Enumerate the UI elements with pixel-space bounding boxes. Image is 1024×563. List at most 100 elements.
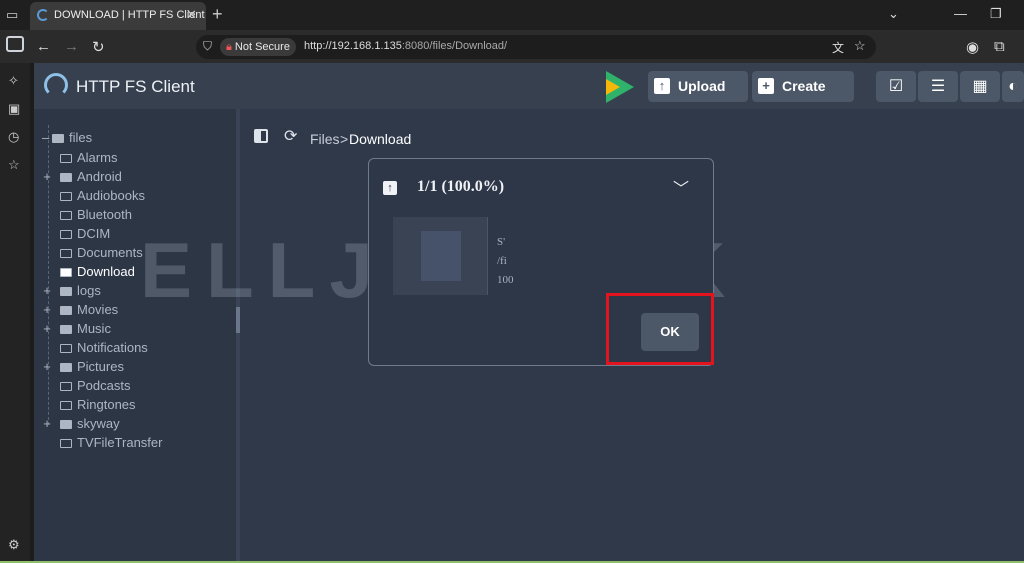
create-button[interactable]: + Create	[752, 71, 854, 102]
toggle-sidebar-icon[interactable]	[254, 129, 268, 143]
breadcrumb-separator: >	[340, 131, 349, 147]
tree-item-download[interactable]: Download	[60, 264, 135, 279]
tree-item-label: Alarms	[77, 150, 118, 165]
tree-item-podcasts[interactable]: Podcasts	[60, 378, 130, 393]
file-info: S' /fi 100	[497, 233, 514, 290]
expand-icon[interactable]: +	[34, 416, 60, 431]
refresh-icon[interactable]: ⟳	[284, 126, 297, 146]
tree-item-label: Movies	[77, 302, 119, 317]
expand-icon[interactable]: +	[34, 169, 60, 184]
folder-icon	[60, 249, 72, 258]
folder-icon	[60, 439, 72, 448]
extensions-icon[interactable]: ⧉	[994, 38, 1005, 55]
highlight-box	[606, 293, 714, 365]
app-logo-icon	[44, 73, 68, 97]
upload-arrow-icon: ↑	[383, 181, 397, 195]
folder-icon	[60, 363, 72, 372]
collections-icon[interactable]: ▣	[8, 101, 20, 117]
warning-icon: 🔒︎	[226, 41, 232, 53]
minimize-icon[interactable]: —	[954, 6, 967, 21]
folder-icon	[60, 401, 72, 410]
favicon-icon	[37, 9, 49, 21]
tree-item-label: TVFileTransfer	[77, 435, 163, 450]
tree-item-label: Android	[77, 169, 122, 184]
tree-item-label: DCIM	[77, 226, 111, 241]
folder-icon	[60, 268, 72, 277]
breadcrumb-files[interactable]: Files	[310, 131, 340, 147]
folder-icon	[60, 192, 72, 201]
tree-item-label: skyway	[77, 416, 120, 431]
upload-button[interactable]: ↑ Upload	[648, 71, 748, 102]
moon-icon: ◐	[1008, 78, 1018, 95]
sidebar-icon[interactable]	[6, 36, 24, 52]
grid-view-button[interactable]: ▦	[960, 71, 1000, 102]
breadcrumb: ⟳ Files > Download	[240, 109, 1024, 147]
google-play-accent	[606, 79, 620, 95]
back-icon[interactable]: ←	[36, 38, 51, 55]
address-bar[interactable]: ⛉ 🔒︎ Not Secure http://192.168.1.135:808…	[196, 35, 876, 59]
tree-item-documents[interactable]: Documents	[60, 245, 143, 260]
settings-gear-icon[interactable]: ⚙	[8, 537, 20, 553]
tree-item-label: Pictures	[77, 359, 124, 374]
tree-item-bluetooth[interactable]: Bluetooth	[60, 207, 132, 222]
tree-item-music[interactable]: + Music	[43, 321, 111, 336]
tab-actions-icon[interactable]: ▭	[6, 7, 18, 23]
expand-icon[interactable]: +	[34, 302, 60, 317]
tree-item-tvfiletransfer[interactable]: TVFileTransfer	[60, 435, 162, 450]
not-secure-badge[interactable]: 🔒︎ Not Secure	[220, 38, 296, 56]
profile-icon[interactable]: ◉	[966, 38, 979, 56]
tree-item-dcim[interactable]: DCIM	[60, 226, 110, 241]
file-name: S'	[497, 236, 506, 248]
restore-icon[interactable]: ❐	[990, 6, 1002, 22]
expand-icon[interactable]: +	[34, 321, 60, 336]
tab-title: DOWNLOAD | HTTP FS Client	[54, 9, 205, 21]
tree-item-movies[interactable]: + Movies	[43, 302, 119, 317]
progress-title: 1/1 (100.0%)	[417, 178, 505, 195]
url-text: http://192.168.1.135:8080/files/Download…	[304, 40, 508, 52]
tree-item-ringtones[interactable]: Ringtones	[60, 397, 136, 412]
tab-close-icon[interactable]: ✕	[186, 7, 197, 23]
grid-icon: ▦	[972, 78, 988, 95]
tree-item-audiobooks[interactable]: Audiobooks	[60, 188, 145, 203]
tree-item-label: Ringtones	[77, 397, 136, 412]
pane-splitter[interactable]	[236, 109, 240, 561]
new-tab-icon[interactable]: +	[212, 4, 223, 25]
browser-tab[interactable]: DOWNLOAD | HTTP FS Client ✕	[30, 2, 206, 30]
tree-item-skyway[interactable]: + skyway	[43, 416, 120, 431]
tree-item-label: Bluetooth	[77, 207, 132, 222]
forward-icon[interactable]: →	[64, 38, 79, 55]
tree-root[interactable]: – files	[42, 130, 92, 145]
folder-icon	[52, 134, 64, 143]
collapse-chevron-icon[interactable]: ﹀	[673, 175, 689, 199]
theme-button[interactable]: ◐	[1002, 71, 1024, 102]
tree-item-logs[interactable]: + logs	[43, 283, 101, 298]
select-checkbox-button[interactable]: ☑	[876, 71, 916, 102]
tree-item-notifications[interactable]: Notifications	[60, 340, 148, 355]
history-icon[interactable]: ◷	[8, 129, 19, 145]
app-header: HTTP FS Client ↑ Upload + Create ☑ ☰ ▦ ◐	[34, 63, 1024, 109]
tree-item-label: Podcasts	[77, 378, 131, 393]
favorite-star-icon[interactable]: ☆	[854, 38, 866, 54]
tree-item-label: Documents	[77, 245, 143, 260]
tab-list-chevron-icon[interactable]: ⌄	[888, 6, 899, 22]
file-thumbnail	[393, 217, 488, 295]
file-path: /fi	[497, 255, 507, 267]
expand-icon[interactable]: +	[34, 283, 60, 298]
folder-icon	[60, 211, 72, 220]
reload-icon[interactable]: ↻	[92, 38, 105, 56]
sort-button[interactable]: ☰	[918, 71, 958, 102]
app-title: HTTP FS Client	[76, 77, 195, 96]
list-filter-icon: ☰	[930, 78, 946, 95]
tree-item-pictures[interactable]: + Pictures	[43, 359, 124, 374]
expand-icon[interactable]: +	[34, 359, 60, 374]
tree-item-label: Download	[77, 264, 135, 279]
tree-item-android[interactable]: + Android	[43, 169, 122, 184]
favorites-icon[interactable]: ☆	[8, 157, 20, 173]
folder-icon	[60, 173, 72, 182]
browser-side-rail: ✧ ▣ ◷ ☆	[0, 63, 30, 563]
translate-icon[interactable]: 文	[832, 39, 844, 56]
tree-item-alarms[interactable]: Alarms	[60, 150, 117, 165]
copilot-icon[interactable]: ✧	[8, 73, 19, 89]
folder-icon	[60, 287, 72, 296]
file-progress: 100	[497, 274, 514, 286]
